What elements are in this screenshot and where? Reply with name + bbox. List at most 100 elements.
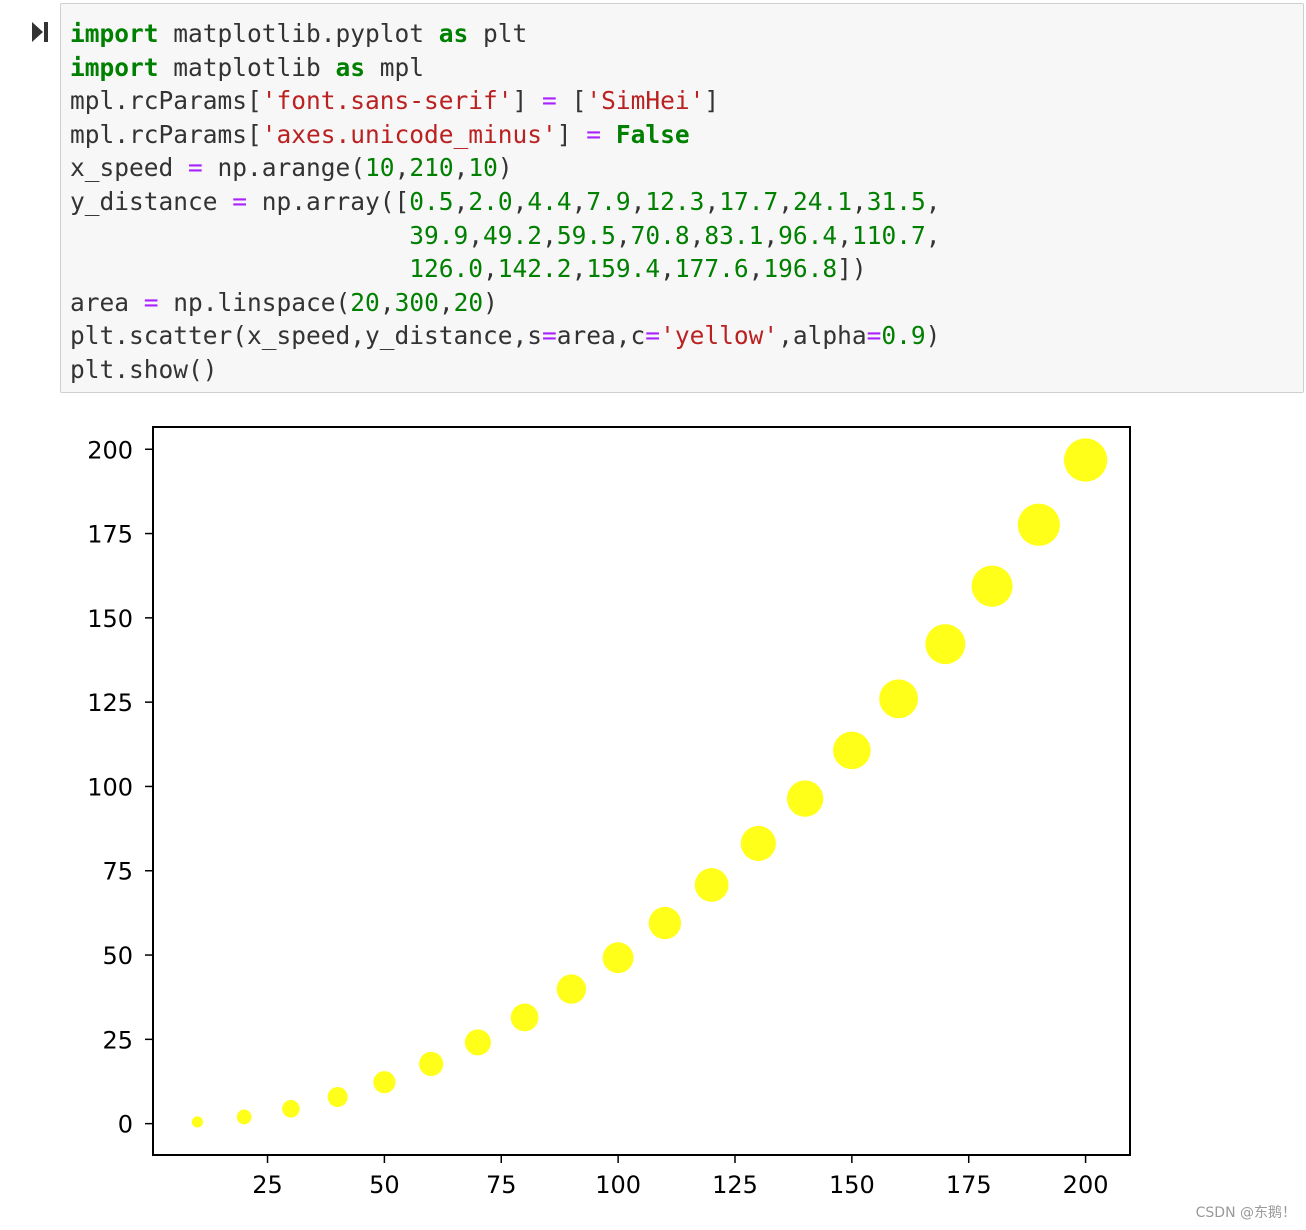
code-token: as	[438, 19, 469, 48]
code-token: 'font.sans-serif'	[261, 86, 513, 116]
code-editor[interactable]: import matplotlib.pyplot as plt import m…	[70, 17, 941, 387]
cell-output: 25 50 75 100 125 150 175 200 0 25 50 75 100 125 150 175…	[60, 410, 1160, 1210]
code-token: ,	[468, 220, 484, 250]
data-point	[236, 1109, 252, 1125]
code-token: mpl.rcParams[	[70, 86, 262, 116]
data-point	[373, 1071, 396, 1094]
code-token: ,	[483, 254, 498, 284]
code-token: plt	[468, 19, 528, 48]
code-token: ]	[704, 86, 720, 116]
code-token: )	[483, 287, 498, 317]
code-token: y_distance	[70, 186, 233, 216]
code-token: 210	[409, 153, 454, 183]
code-token: 177.6	[674, 254, 749, 284]
code-token: np.arange(	[202, 153, 366, 183]
code-token: matplotlib	[158, 52, 336, 82]
x-tick-label: 125	[712, 1171, 758, 1199]
y-tick-label: 25	[102, 1026, 133, 1054]
y-tick-label: 50	[102, 942, 133, 970]
data-point	[648, 906, 682, 940]
y-tick-label: 75	[102, 858, 133, 886]
code-line: y_distance = np.array([0.5,2.0,4.4,7.9,1…	[70, 187, 941, 216]
code-line: plt.scatter(x_speed,y_distance,s=area,c=…	[70, 321, 940, 350]
data-point	[327, 1086, 348, 1108]
x-tick-label: 200	[1063, 1171, 1109, 1199]
code-token: ,	[689, 220, 705, 250]
code-cell[interactable]: import matplotlib.pyplot as plt import m…	[60, 3, 1304, 393]
code-line: area = np.linspace(20,300,20)	[70, 288, 498, 317]
code-token: ,	[852, 186, 867, 216]
code-line: plt.show()	[70, 355, 218, 384]
code-token: ,	[704, 186, 720, 216]
code-token: plt.scatter(x_speed,y_distance,s	[70, 321, 543, 351]
code-token: =	[188, 153, 203, 183]
code-token: ]	[556, 119, 587, 149]
x-tick-label: 150	[829, 1171, 875, 1199]
code-token: =	[586, 119, 602, 149]
code-line: x_speed = np.arange(10,210,10)	[70, 153, 513, 182]
data-point	[464, 1029, 491, 1056]
code-token: ]	[512, 86, 543, 116]
code-token: ,	[438, 287, 454, 317]
y-tick-label: 125	[87, 689, 133, 717]
code-token: =	[542, 86, 557, 116]
x-tick-label: 25	[252, 1171, 283, 1199]
code-token: =	[645, 321, 661, 351]
data-point	[1063, 438, 1108, 482]
code-token: 7.9	[586, 186, 631, 216]
code-token: 10	[468, 153, 498, 183]
code-token: 24.1	[792, 186, 852, 216]
code-token: 110.7	[851, 220, 926, 250]
code-token: 142.2	[497, 254, 572, 284]
plot-frame	[152, 426, 1131, 1156]
data-point	[510, 1003, 539, 1032]
code-token: 2.0	[468, 186, 513, 216]
code-token: 4.4	[527, 186, 572, 216]
code-token: ,	[453, 153, 469, 183]
code-token: )	[925, 321, 941, 351]
code-token: import	[70, 19, 159, 48]
code-token: ,	[512, 186, 528, 216]
code-token: plt.show()	[70, 354, 218, 384]
code-token: =	[143, 287, 159, 317]
x-tick-label: 100	[595, 1171, 641, 1199]
code-token: ,	[837, 220, 852, 250]
code-token: import	[70, 52, 159, 82]
code-token: 126.0	[409, 254, 484, 284]
code-token: False	[615, 119, 690, 149]
code-token: 'axes.unicode_minus'	[261, 119, 557, 149]
run-cell-icon[interactable]	[30, 20, 50, 44]
data-point	[602, 942, 634, 974]
code-token: 70.8	[630, 220, 690, 250]
code-token: 39.9	[409, 220, 469, 250]
data-point	[1017, 503, 1060, 546]
data-point	[879, 679, 919, 719]
code-token: matplotlib.pyplot	[158, 19, 439, 48]
code-token: np.array([	[247, 186, 410, 216]
code-token: ,	[615, 220, 631, 250]
code-token: ,	[571, 254, 587, 284]
code-token: as	[335, 52, 366, 82]
code-token: ,alpha	[778, 321, 867, 351]
code-token: mpl	[365, 52, 425, 82]
code-token: ,	[394, 153, 410, 183]
code-token: area	[70, 287, 144, 317]
data-point	[419, 1051, 444, 1077]
data-point	[925, 624, 966, 665]
x-tick-label: 50	[369, 1171, 400, 1199]
code-token: 20	[453, 287, 484, 317]
code-token: mpl.rcParams[	[70, 119, 262, 149]
code-line: import matplotlib as mpl	[70, 53, 424, 82]
y-tick-label: 175	[87, 521, 133, 549]
code-line: mpl.rcParams['font.sans-serif'] = ['SimH…	[70, 86, 719, 115]
code-token: 83.1	[704, 220, 764, 250]
data-point	[833, 731, 871, 770]
code-token: =	[232, 186, 248, 216]
data-point	[740, 825, 776, 861]
code-token: ,	[748, 254, 764, 284]
code-token: ,	[542, 220, 557, 250]
data-point	[971, 565, 1013, 607]
